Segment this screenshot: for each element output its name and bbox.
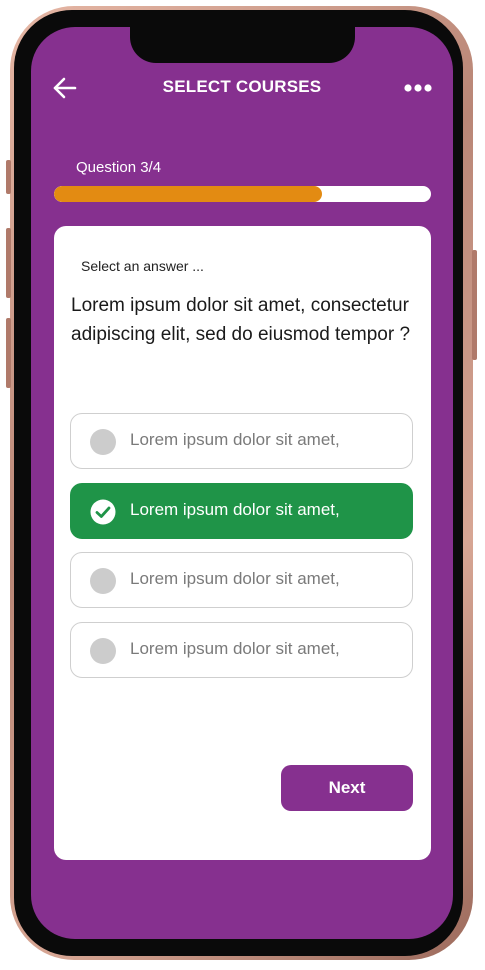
progress-bar-fill	[54, 186, 322, 202]
more-options-button[interactable]	[403, 79, 433, 97]
answer-option-label: Lorem ipsum dolor sit amet,	[130, 430, 340, 449]
answer-option-label: Lorem ipsum dolor sit amet,	[130, 500, 340, 519]
phone-volume-up-button	[6, 228, 11, 298]
progress-bar	[54, 186, 431, 202]
answer-option[interactable]: Lorem ipsum dolor sit amet,	[70, 622, 413, 678]
answer-option[interactable]: Lorem ipsum dolor sit amet,	[70, 552, 413, 608]
radio-unselected-icon	[90, 429, 116, 455]
phone-power-button	[472, 250, 477, 360]
check-circle-icon	[90, 499, 116, 525]
answer-option-label: Lorem ipsum dolor sit amet,	[130, 569, 340, 588]
question-card: Select an answer ... Lorem ipsum dolor s…	[54, 226, 431, 860]
question-counter: Question 3/4	[76, 159, 162, 176]
answer-option-selected[interactable]: Lorem ipsum dolor sit amet,	[70, 483, 413, 539]
answer-prompt: Select an answer ...	[81, 258, 204, 274]
radio-unselected-icon	[90, 568, 116, 594]
app-header: SELECT COURSES	[31, 71, 453, 105]
radio-unselected-icon	[90, 638, 116, 664]
next-button[interactable]: Next	[281, 765, 413, 811]
page-title: SELECT COURSES	[162, 77, 322, 96]
device-notch	[130, 27, 355, 63]
phone-volume-down-button	[6, 318, 11, 388]
phone-side-button	[6, 160, 11, 194]
question-text: Lorem ipsum dolor sit amet, consectetur …	[71, 295, 411, 345]
app-screen: SELECT COURSES Question 3/4 Select an an…	[31, 27, 453, 939]
more-horizontal-icon	[404, 84, 432, 92]
answer-option-label: Lorem ipsum dolor sit amet,	[130, 639, 340, 658]
answer-option[interactable]: Lorem ipsum dolor sit amet,	[70, 413, 413, 469]
